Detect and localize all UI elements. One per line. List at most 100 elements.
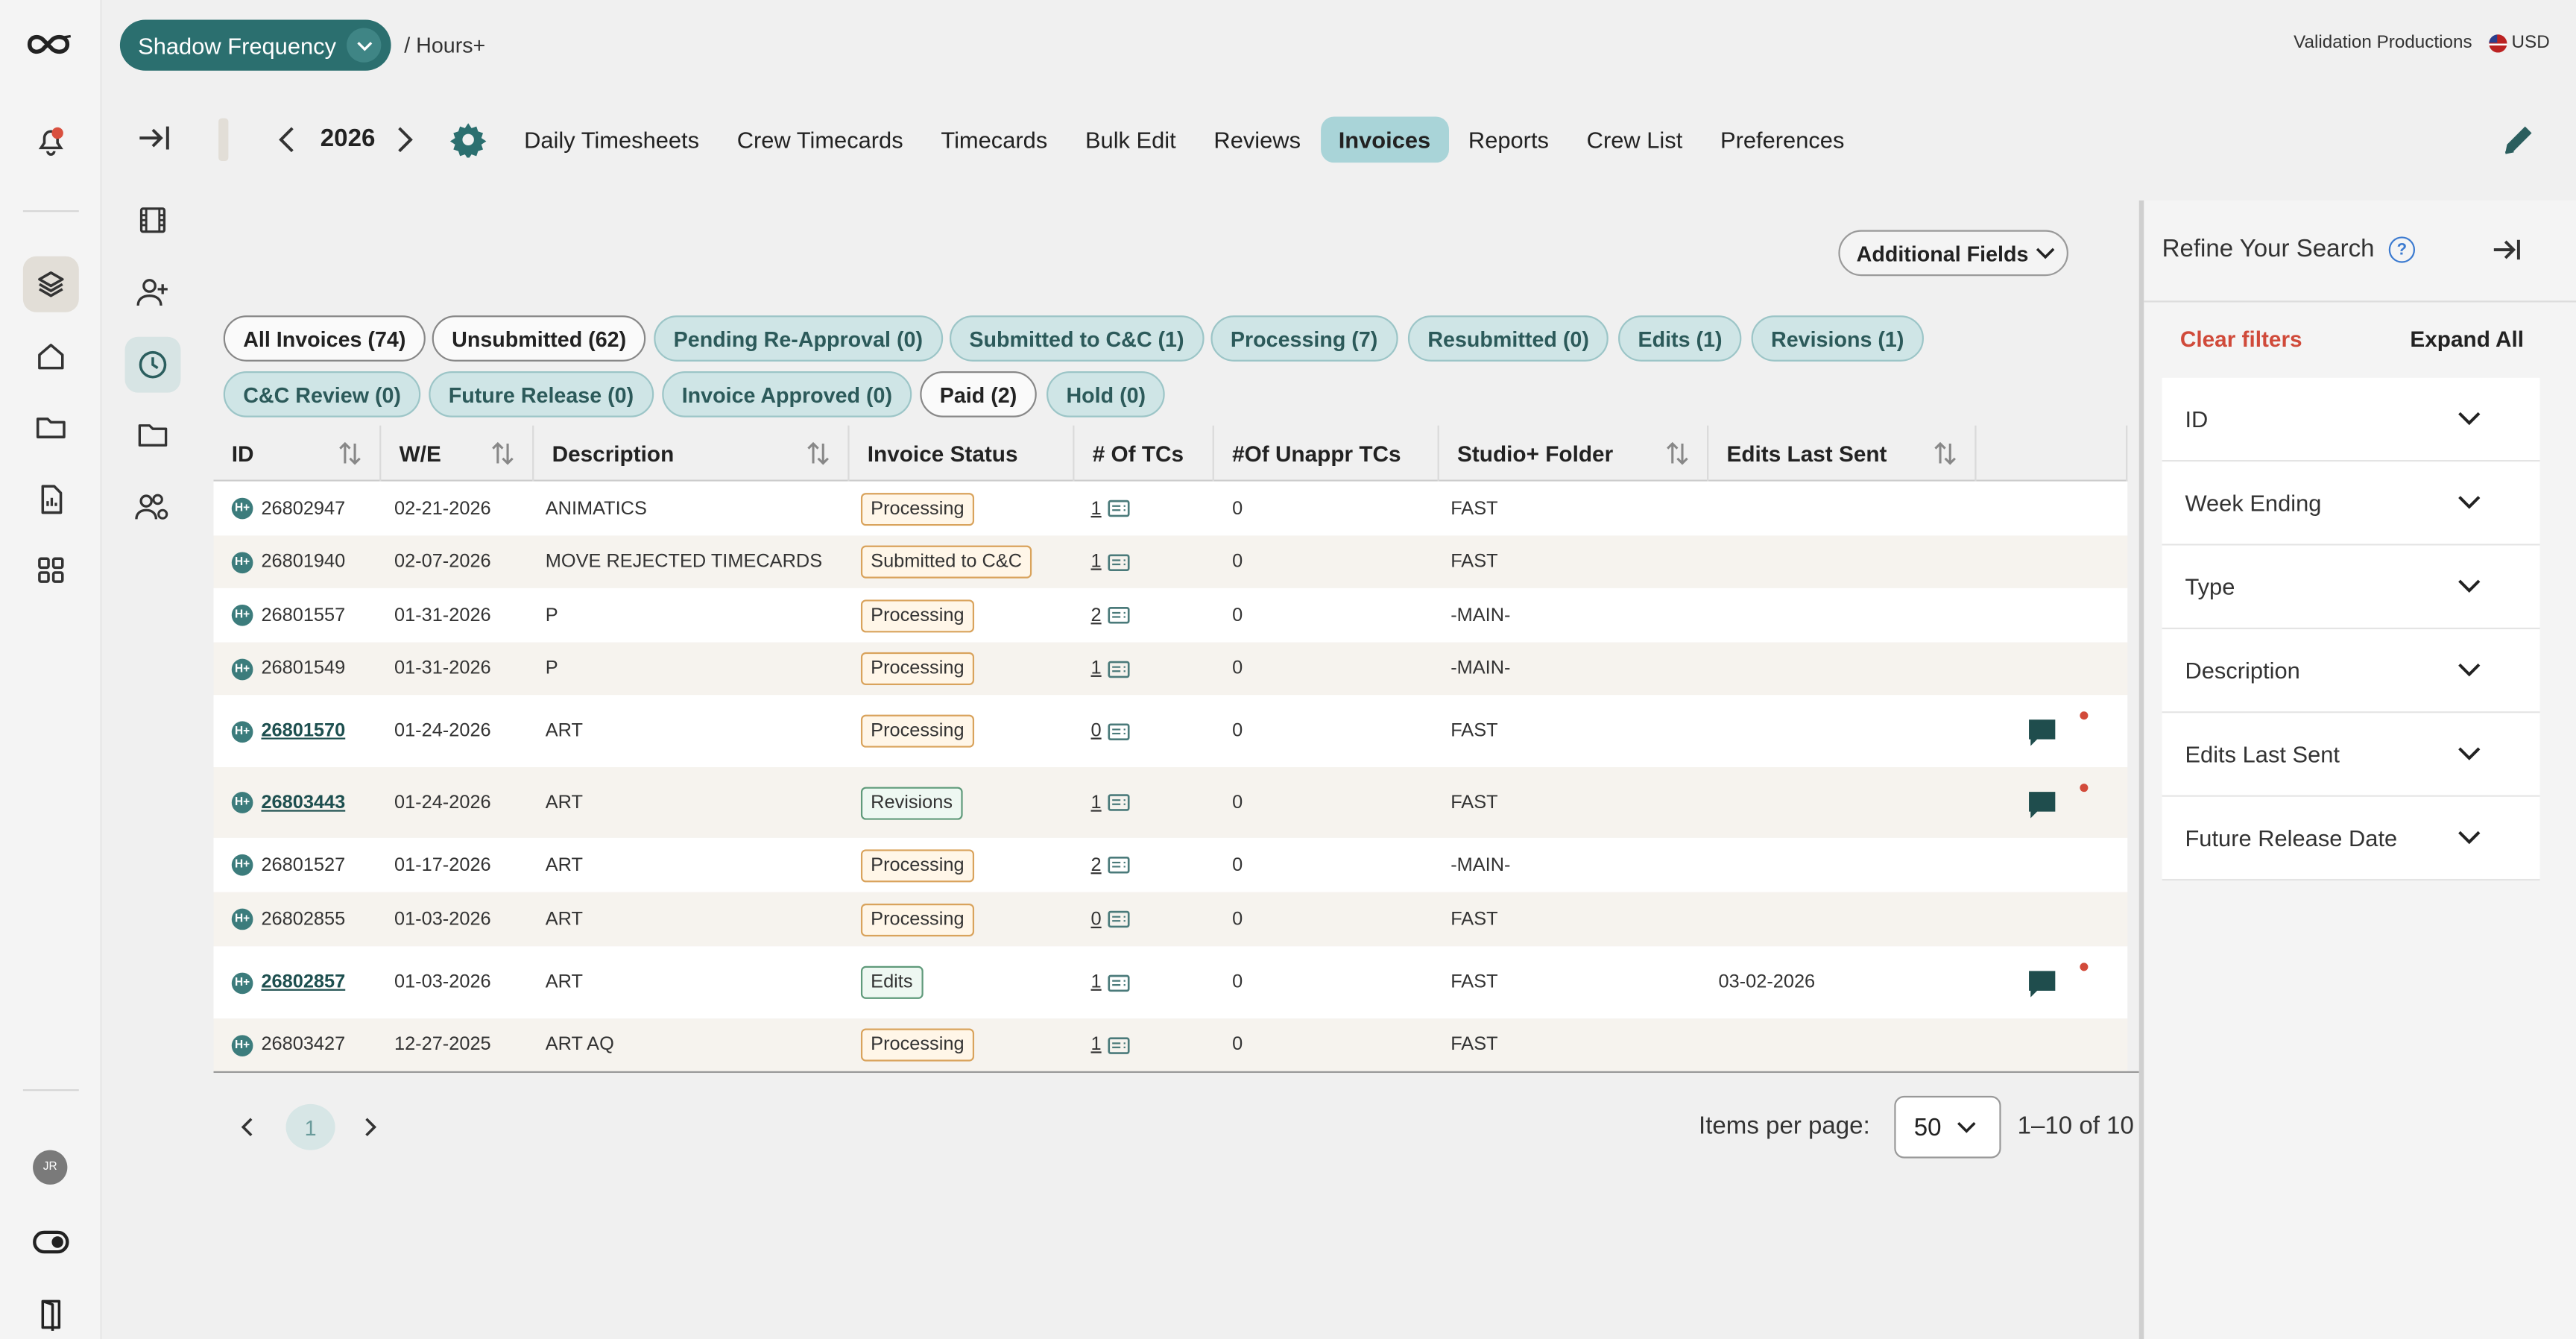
- items-per-page-select[interactable]: 50: [1894, 1095, 2001, 1159]
- table-row[interactable]: H+ 26801557 01-31-2026 P Processing 2 0 -…: [213, 587, 2128, 643]
- row-tcs[interactable]: 1: [1091, 643, 1131, 696]
- folder-icon[interactable]: [23, 399, 79, 455]
- layers-icon[interactable]: [22, 256, 79, 312]
- filter-all-invoices[interactable]: All Invoices (74): [223, 315, 426, 362]
- comment-icon[interactable]: [2026, 968, 2059, 1001]
- filter-invoice-approved[interactable]: Invoice Approved (0): [662, 371, 912, 418]
- facet-future-release-date[interactable]: Future Release Date: [2162, 796, 2540, 881]
- id-link[interactable]: 26802857: [261, 973, 345, 992]
- filter-edits[interactable]: Edits (1): [1618, 315, 1743, 362]
- timecard-icon[interactable]: [1108, 722, 1131, 740]
- row-tcs[interactable]: 1: [1091, 535, 1131, 588]
- panel-resize-handle[interactable]: [2138, 200, 2144, 1339]
- sort-icon[interactable]: [805, 441, 831, 467]
- timecard-icon[interactable]: [1108, 974, 1131, 992]
- folder-icon[interactable]: [125, 408, 181, 464]
- table-row[interactable]: H+ 26802857 01-03-2026 ART Edits 1 0 FAST…: [213, 946, 2128, 1019]
- sort-icon[interactable]: [490, 441, 516, 467]
- tab-invoices[interactable]: Invoices: [1320, 116, 1449, 163]
- row-tcs[interactable]: 1: [1091, 482, 1131, 536]
- tab-bulk-edit[interactable]: Bulk Edit: [1067, 116, 1194, 163]
- timecard-icon[interactable]: [1108, 553, 1131, 571]
- facet-week-ending[interactable]: Week Ending: [2162, 461, 2540, 546]
- row-tcs[interactable]: 2: [1091, 588, 1131, 643]
- table-row[interactable]: H+ 26803427 12-27-2025 ART AQ Processing …: [213, 1018, 2128, 1071]
- column-header-unapproved-tcs[interactable]: #Of Unappr TCs: [1214, 425, 1439, 482]
- table-row[interactable]: H+ 26802947 02-21-2026 ANIMATICS Processi…: [213, 481, 2128, 536]
- tab-crew-list[interactable]: Crew List: [1568, 116, 1700, 163]
- table-row[interactable]: H+ 26801940 02-07-2026 MOVE REJECTED TIME…: [213, 535, 2128, 588]
- project-selector[interactable]: Shadow Frequency: [119, 19, 391, 71]
- sort-icon[interactable]: [1932, 441, 1958, 467]
- home-icon[interactable]: [23, 329, 79, 385]
- add-user-icon[interactable]: [125, 265, 181, 321]
- row-tcs[interactable]: 0: [1091, 892, 1131, 947]
- tc-count-link[interactable]: 2: [1091, 855, 1102, 875]
- table-row[interactable]: H+ 26802855 01-03-2026 ART Processing 0 0…: [213, 892, 2128, 947]
- facet-description[interactable]: Description: [2162, 629, 2540, 713]
- avatar[interactable]: JR: [33, 1150, 68, 1185]
- tc-count-link[interactable]: 2: [1091, 605, 1102, 625]
- table-row[interactable]: H+ 26801549 01-31-2026 P Processing 1 0 -…: [213, 642, 2128, 696]
- filter-processing[interactable]: Processing (7): [1210, 315, 1398, 362]
- tc-count-link[interactable]: 1: [1091, 552, 1102, 571]
- additional-fields-button[interactable]: Additional Fields: [1838, 230, 2068, 277]
- column-header-description[interactable]: Description: [534, 425, 850, 482]
- timecard-icon[interactable]: [1108, 793, 1131, 811]
- filter-cc-review[interactable]: C&C Review (0): [223, 371, 421, 418]
- tc-count-link[interactable]: 1: [1091, 793, 1102, 812]
- tc-count-link[interactable]: 1: [1091, 1035, 1102, 1054]
- next-year-button[interactable]: [389, 123, 419, 156]
- facet-type[interactable]: Type: [2162, 545, 2540, 630]
- id-link[interactable]: 26803443: [261, 793, 345, 812]
- filter-revisions[interactable]: Revisions (1): [1751, 315, 1924, 362]
- timecard-icon[interactable]: [1108, 606, 1131, 624]
- filter-unsubmitted[interactable]: Unsubmitted (62): [432, 315, 646, 362]
- report-icon[interactable]: [23, 471, 79, 527]
- tc-count-link[interactable]: 0: [1091, 910, 1102, 929]
- next-page-button[interactable]: [355, 1112, 385, 1142]
- filter-pending-reapproval[interactable]: Pending Re-Approval (0): [654, 315, 943, 362]
- users-settings-icon[interactable]: [125, 479, 181, 535]
- tab-timecards[interactable]: Timecards: [923, 116, 1065, 163]
- sort-icon[interactable]: [337, 441, 363, 467]
- filter-hold[interactable]: Hold (0): [1046, 371, 1166, 418]
- logo-icon[interactable]: [23, 16, 79, 72]
- timecard-icon[interactable]: [1108, 910, 1131, 928]
- collapse-panel-icon[interactable]: [2490, 235, 2523, 265]
- facet-edits-last-sent[interactable]: Edits Last Sent: [2162, 713, 2540, 797]
- tc-count-link[interactable]: 0: [1091, 721, 1102, 740]
- tab-daily-timesheets[interactable]: Daily Timesheets: [506, 116, 717, 163]
- timecard-icon[interactable]: [1108, 660, 1131, 678]
- timecard-icon[interactable]: [1108, 1036, 1131, 1053]
- apps-grid-icon[interactable]: [23, 542, 79, 598]
- clock-icon[interactable]: [124, 336, 181, 393]
- logout-door-icon[interactable]: [23, 1286, 79, 1339]
- gear-icon[interactable]: [449, 122, 487, 160]
- previous-year-button[interactable]: [273, 123, 303, 156]
- row-tcs[interactable]: 1: [1091, 1018, 1131, 1071]
- timecard-icon[interactable]: [1108, 500, 1131, 517]
- timecard-icon[interactable]: [1108, 856, 1131, 874]
- previous-page-button[interactable]: [233, 1112, 263, 1142]
- bell-icon[interactable]: [23, 113, 79, 169]
- row-tcs[interactable]: 1: [1091, 946, 1131, 1018]
- tab-crew-timecards[interactable]: Crew Timecards: [719, 116, 921, 163]
- table-row[interactable]: H+ 26801570 01-24-2026 ART Processing 0 0…: [213, 695, 2128, 768]
- column-header-edits-last-sent[interactable]: Edits Last Sent: [1708, 425, 1977, 482]
- column-header-num-tcs[interactable]: # Of TCs: [1074, 425, 1214, 482]
- sort-icon[interactable]: [1664, 441, 1690, 467]
- tc-count-link[interactable]: 1: [1091, 499, 1102, 518]
- row-tcs[interactable]: 0: [1091, 695, 1131, 767]
- table-row[interactable]: H+ 26801527 01-17-2026 ART Processing 2 0…: [213, 837, 2128, 892]
- film-icon[interactable]: [125, 192, 181, 248]
- current-page[interactable]: 1: [285, 1103, 335, 1150]
- id-link[interactable]: 26801570: [261, 721, 345, 740]
- column-header-invoice-status[interactable]: Invoice Status: [850, 425, 1075, 482]
- help-icon[interactable]: ?: [2388, 236, 2416, 263]
- expand-sidebar-icon[interactable]: [135, 119, 177, 161]
- tab-preferences[interactable]: Preferences: [1702, 116, 1863, 163]
- comment-icon[interactable]: [2026, 789, 2059, 822]
- tab-reports[interactable]: Reports: [1450, 116, 1568, 163]
- row-tcs[interactable]: 2: [1091, 838, 1131, 892]
